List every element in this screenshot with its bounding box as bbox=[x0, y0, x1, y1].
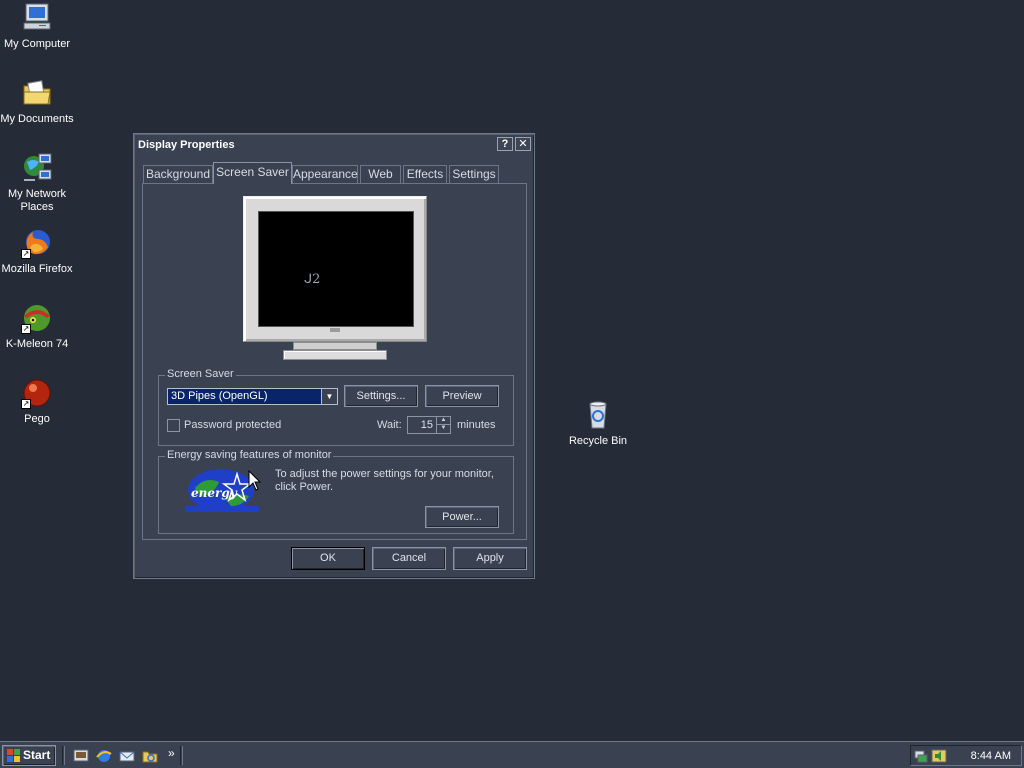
password-protected-label: Password protected bbox=[184, 419, 282, 431]
screen-saver-select[interactable]: 3D Pipes (OpenGL) ▼ bbox=[167, 388, 338, 405]
desktop-icon-recycle-bin[interactable]: Recycle Bin bbox=[561, 399, 635, 448]
minutes-label: minutes bbox=[457, 419, 496, 431]
display-properties-dialog: Display Properties ? ✕ Background Screen… bbox=[133, 133, 535, 579]
shortcut-arrow-icon: ↗ bbox=[21, 249, 31, 259]
desktop-icon-firefox[interactable]: ↗ Mozilla Firefox bbox=[0, 227, 74, 276]
desktop-icon-label: Recycle Bin bbox=[568, 435, 628, 447]
desktop-icon-network-places[interactable]: My Network Places bbox=[0, 152, 74, 214]
taskbar: Start » 8:44 AM bbox=[0, 741, 1024, 768]
preview-screen: ᒍ2 bbox=[258, 211, 414, 327]
tab-background[interactable]: Background bbox=[143, 165, 213, 184]
mouse-cursor-icon bbox=[248, 469, 262, 492]
close-button[interactable]: ✕ bbox=[515, 137, 531, 151]
ie-icon[interactable] bbox=[96, 748, 112, 764]
tab-web[interactable]: Web bbox=[360, 165, 401, 184]
apply-button[interactable]: Apply bbox=[453, 547, 527, 570]
quick-launch-overflow[interactable]: » bbox=[168, 746, 175, 760]
shortcut-arrow-icon: ↗ bbox=[21, 399, 31, 409]
outlook-icon[interactable] bbox=[119, 748, 135, 764]
start-label: Start bbox=[23, 748, 51, 762]
wait-value: 15 bbox=[420, 419, 433, 431]
my-computer-icon bbox=[21, 2, 53, 34]
monitor-base bbox=[283, 350, 387, 360]
desktop-icon-label: K-Meleon 74 bbox=[5, 338, 69, 350]
group-legend: Screen Saver bbox=[165, 368, 236, 380]
tab-settings[interactable]: Settings bbox=[449, 165, 499, 184]
cancel-button[interactable]: Cancel bbox=[372, 547, 446, 570]
desktop-icon-label: My Documents bbox=[0, 113, 74, 125]
wait-stepper[interactable]: 15 ▲ ▼ bbox=[407, 416, 451, 434]
password-protected-checkbox[interactable] bbox=[167, 419, 180, 432]
desktop-icon-label: My Network Places bbox=[7, 188, 67, 213]
show-desktop-icon[interactable] bbox=[73, 748, 89, 764]
monitor-preview: ᒍ2 bbox=[243, 196, 427, 342]
spin-down-icon[interactable]: ▼ bbox=[436, 425, 450, 433]
dialog-title: Display Properties bbox=[138, 139, 235, 151]
preview-button[interactable]: Preview bbox=[425, 385, 499, 407]
volume-tray-icon[interactable] bbox=[931, 748, 947, 764]
desktop-icon-pego[interactable]: ↗ Pego bbox=[0, 377, 74, 426]
desktop-icon-my-computer[interactable]: My Computer bbox=[0, 2, 74, 51]
energy-description: To adjust the power settings for your mo… bbox=[275, 468, 494, 493]
wait-label: Wait: bbox=[377, 419, 402, 431]
taskbar-separator bbox=[62, 746, 65, 765]
recycle-bin-icon bbox=[582, 399, 614, 431]
chevron-down-icon[interactable]: ▼ bbox=[321, 389, 337, 404]
desktop-icon-label: My Computer bbox=[3, 38, 71, 50]
desktop-icon-label: Pego bbox=[24, 413, 50, 425]
tab-screen-saver[interactable]: Screen Saver bbox=[213, 162, 292, 184]
explorer-icon[interactable] bbox=[142, 748, 158, 764]
monitor-neck bbox=[293, 342, 377, 350]
pego-icon: ↗ bbox=[21, 377, 53, 409]
screen-saver-panel: ᒍ2 Screen Saver 3D Pipes (OpenGL) ▼ Sett… bbox=[142, 183, 527, 540]
energy-logo-text: energy bbox=[191, 486, 237, 500]
screen-saver-select-value: 3D Pipes (OpenGL) bbox=[171, 390, 268, 402]
power-led-icon bbox=[330, 328, 340, 332]
tab-effects[interactable]: Effects bbox=[403, 165, 447, 184]
start-button[interactable]: Start bbox=[2, 745, 56, 766]
tab-strip: Background Screen Saver Appearance Web E… bbox=[143, 162, 525, 184]
desktop-icon-label: Mozilla Firefox bbox=[1, 263, 73, 275]
my-documents-icon bbox=[21, 77, 53, 109]
desktop-icon-k-meleon[interactable]: ↗ K-Meleon 74 bbox=[0, 302, 74, 351]
taskbar-separator bbox=[180, 746, 183, 765]
desktop-icon-my-documents[interactable]: My Documents bbox=[0, 77, 74, 126]
windows-logo-icon bbox=[7, 749, 20, 762]
preview-content: ᒍ2 bbox=[304, 272, 321, 287]
system-tray: 8:44 AM bbox=[910, 745, 1022, 766]
help-button[interactable]: ? bbox=[497, 137, 513, 151]
power-button[interactable]: Power... bbox=[425, 506, 499, 528]
k-meleon-icon: ↗ bbox=[21, 302, 53, 334]
screen-saver-group: Screen Saver 3D Pipes (OpenGL) ▼ Setting… bbox=[158, 368, 514, 446]
ok-button[interactable]: OK bbox=[291, 547, 365, 570]
spin-up-icon[interactable]: ▲ bbox=[436, 417, 450, 425]
shortcut-arrow-icon: ↗ bbox=[21, 324, 31, 334]
clock[interactable]: 8:44 AM bbox=[971, 746, 1011, 767]
tab-appearance[interactable]: Appearance bbox=[292, 165, 358, 184]
settings-button[interactable]: Settings... bbox=[344, 385, 418, 407]
dialog-titlebar[interactable]: Display Properties ? ✕ bbox=[135, 135, 533, 155]
group-legend: Energy saving features of monitor bbox=[165, 449, 334, 461]
network-tray-icon[interactable] bbox=[913, 748, 929, 764]
network-places-icon bbox=[21, 152, 53, 184]
energy-saving-group: Energy saving features of monitor energy… bbox=[158, 449, 514, 534]
firefox-icon: ↗ bbox=[21, 227, 53, 259]
close-icon: ✕ bbox=[518, 138, 528, 150]
